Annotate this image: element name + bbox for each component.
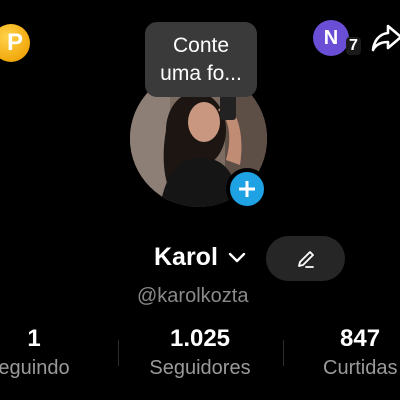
stat-divider (283, 340, 284, 366)
photo-prompt-line2: uma fo... (160, 61, 242, 85)
share-icon[interactable] (370, 20, 400, 54)
stat-likes[interactable]: 847 Curtidas (318, 325, 400, 380)
pencil-icon (297, 250, 314, 268)
add-photo-button[interactable] (226, 168, 268, 210)
account-avatar[interactable]: N (313, 20, 349, 56)
photo-prompt-line1: Conte (172, 33, 230, 57)
stat-divider (118, 340, 119, 366)
stat-likes-value: 847 (340, 325, 381, 352)
photo-prompt-bubble[interactable]: Conte uma fo... (145, 22, 257, 97)
notification-count-badge: 7 (346, 37, 361, 55)
stat-following-label: eguindo (0, 357, 70, 379)
coin-icon[interactable]: P (0, 24, 30, 62)
stat-followers-label: Seguidores (149, 357, 251, 379)
coin-glyph: P (6, 29, 23, 56)
stat-followers[interactable]: 1.025 Seguidores (140, 325, 260, 380)
profile-name[interactable]: Karol (154, 243, 218, 272)
stat-likes-label: Curtidas (323, 357, 398, 379)
plus-icon (239, 181, 255, 197)
stat-following[interactable]: 1 eguindo (0, 325, 74, 380)
stat-followers-value: 1.025 (169, 325, 231, 352)
edit-profile-button[interactable] (266, 236, 345, 281)
chevron-down-icon[interactable] (227, 249, 247, 267)
profile-username: @karolkozta (137, 285, 249, 307)
stat-following-value: 1 (27, 325, 41, 352)
